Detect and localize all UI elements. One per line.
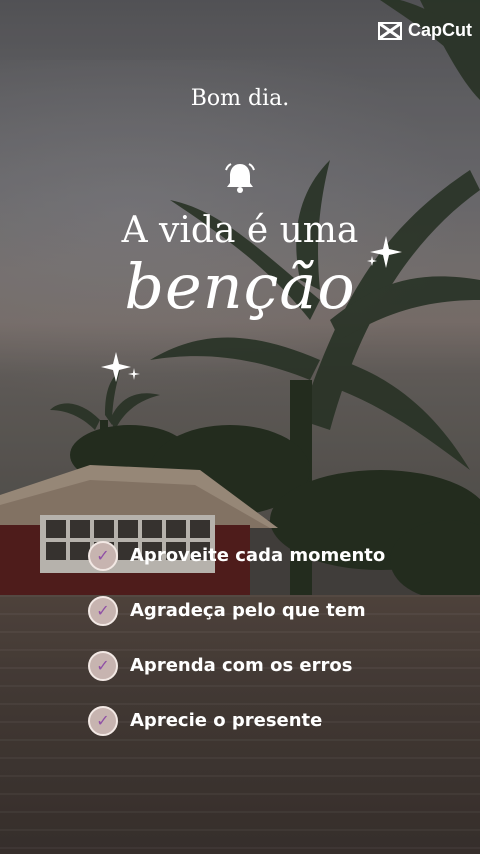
- list-item: ✓ Aprecie o presente: [88, 693, 385, 748]
- capcut-watermark: CapCut: [378, 20, 472, 41]
- checklist: ✓ Aproveite cada momento ✓ Agradeça pelo…: [88, 528, 385, 748]
- check-icon: ✓: [88, 650, 118, 681]
- capcut-label: CapCut: [408, 20, 472, 40]
- capcut-logo-icon: [378, 21, 402, 40]
- list-item-label: Aproveite cada momento: [130, 545, 386, 566]
- bell-icon: [225, 163, 255, 193]
- list-item-label: Agradeça pelo que tem: [130, 600, 366, 621]
- check-icon: ✓: [88, 705, 118, 736]
- sparkle-icon: [367, 236, 402, 268]
- list-item-label: Aprenda com os erros: [130, 655, 353, 676]
- list-item: ✓ Aprenda com os erros: [88, 638, 385, 693]
- check-icon: ✓: [88, 595, 118, 626]
- list-item: ✓ Agradeça pelo que tem: [88, 583, 385, 638]
- script-word: benção: [124, 250, 356, 323]
- sparkle-icon: [101, 352, 140, 382]
- headline-text: A vida é uma: [121, 210, 359, 251]
- list-item-label: Aprecie o presente: [130, 710, 323, 731]
- list-item: ✓ Aproveite cada momento: [88, 528, 385, 583]
- greeting-text: Bom dia.: [190, 86, 290, 111]
- check-icon: ✓: [88, 540, 118, 571]
